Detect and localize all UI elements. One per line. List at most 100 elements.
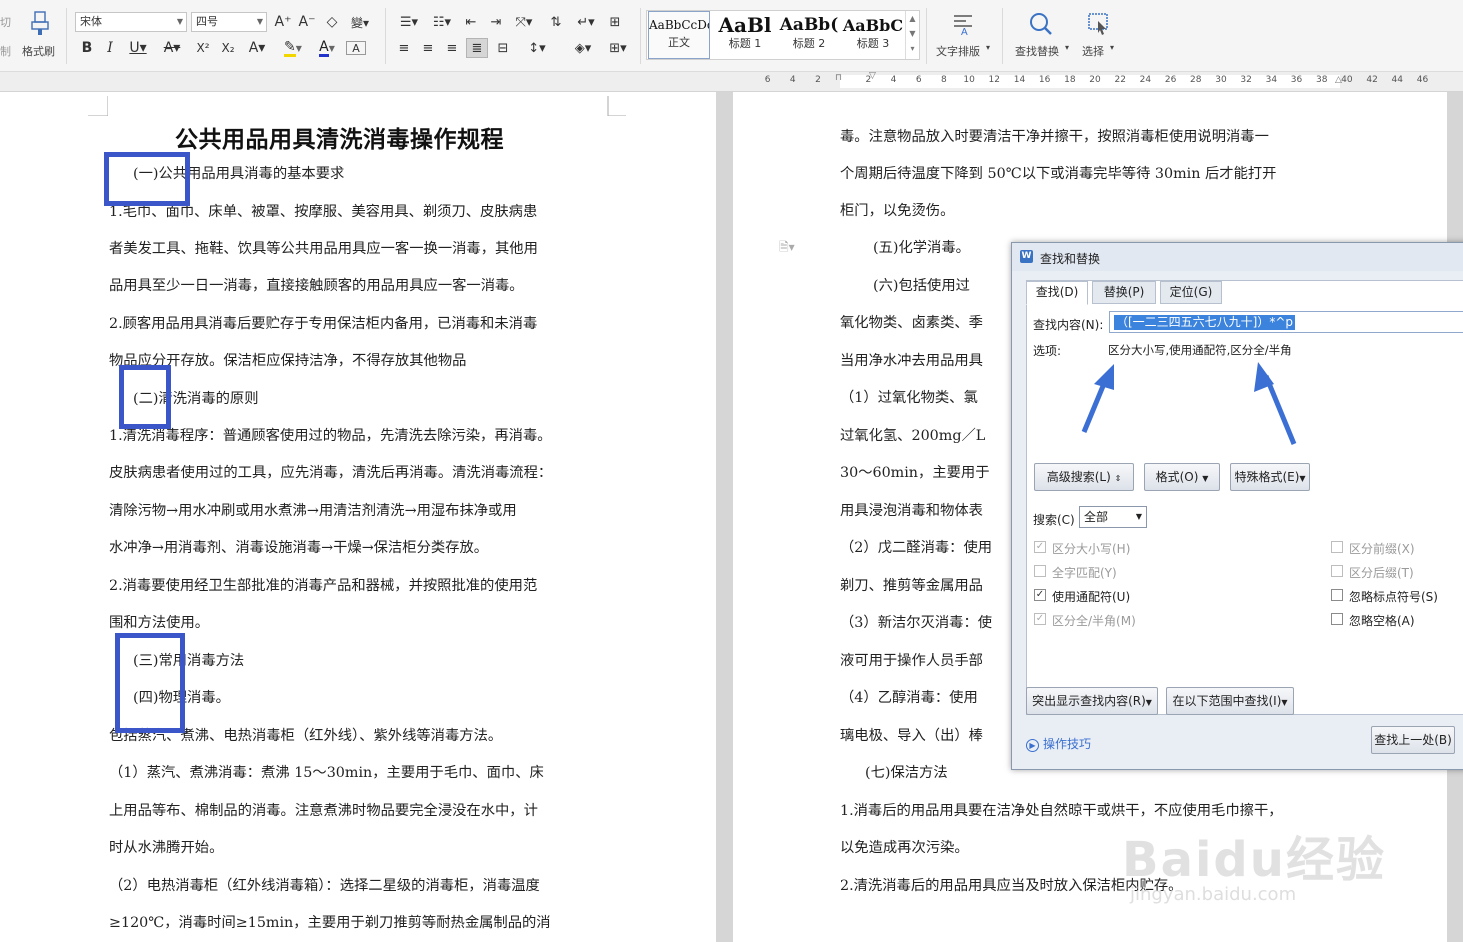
highlight-button[interactable]: ✎ ▼ bbox=[278, 38, 308, 58]
option-checkbox[interactable] bbox=[1331, 565, 1343, 577]
text-effect-button[interactable]: A▾ bbox=[243, 38, 271, 58]
tab-replace[interactable]: 替换(P) bbox=[1092, 281, 1156, 304]
find-what-input[interactable]: （[一二三四五六七八九十]）*^p bbox=[1109, 311, 1463, 333]
align-center-button[interactable]: ≡ bbox=[418, 38, 438, 58]
format-label: 格式(O) bbox=[1155, 470, 1199, 484]
document-line: 时从水沸腾开始。 bbox=[109, 840, 224, 856]
distribute-button[interactable]: ⊟ bbox=[493, 38, 513, 58]
annotation-box bbox=[115, 633, 185, 733]
ruler-tick-label: 30 bbox=[1215, 75, 1227, 85]
show-marks-button[interactable]: ↵▾ bbox=[572, 12, 600, 32]
find-previous-button[interactable]: 查找上一处(B) bbox=[1371, 726, 1455, 754]
ruler-tick-label: 6 bbox=[915, 75, 922, 85]
document-line: 1.清洗消毒程序：普通顾客使用过的物品，先清洗去除污染，再消毒。 bbox=[109, 428, 552, 444]
style-heading-1[interactable]: AaBl 标题 1 bbox=[713, 11, 777, 59]
option-checkbox[interactable]: ✓ bbox=[1034, 589, 1046, 601]
option-checkbox[interactable] bbox=[1331, 541, 1343, 553]
option-checkbox-label: 区分大小写(H) bbox=[1052, 542, 1131, 556]
tab-find[interactable]: 查找(D) bbox=[1026, 281, 1088, 305]
document-line: 当用净水冲去用品用具 bbox=[840, 353, 983, 369]
format-painter-button[interactable]: 格式刷 bbox=[20, 8, 62, 60]
superscript-button[interactable]: X² bbox=[193, 38, 213, 58]
shrink-font-icon: A⁻ bbox=[298, 14, 316, 30]
ruler-tick-label: 10 bbox=[963, 75, 975, 85]
border-icon: ⊞▾ bbox=[609, 40, 627, 56]
styles-scroll[interactable]: ▲ ▼ ▾ bbox=[905, 11, 919, 59]
first-line-indent-icon[interactable]: ▽ bbox=[869, 71, 876, 81]
style-normal[interactable]: AaBbCcDd 正文 bbox=[648, 11, 710, 59]
text-layout-button[interactable]: A 文字排版 ▾ bbox=[932, 8, 994, 62]
special-format-button[interactable]: 特殊格式(E)▼ bbox=[1230, 463, 1310, 491]
magnifier-icon bbox=[1030, 13, 1052, 35]
option-checkbox[interactable] bbox=[1331, 589, 1343, 601]
option-checkbox[interactable]: ✓ bbox=[1034, 541, 1046, 553]
font-name-select[interactable]: 宋体 ▼ bbox=[75, 12, 187, 32]
chinese-layout-button[interactable]: ⤧▾ bbox=[510, 12, 538, 32]
increase-indent-button[interactable]: ⇥ bbox=[486, 12, 506, 32]
tab-goto[interactable]: 定位(G) bbox=[1160, 281, 1222, 304]
format-button[interactable]: 格式(O) ▼ bbox=[1144, 463, 1220, 491]
advanced-search-button[interactable]: 高级搜索(L) ⇕ bbox=[1034, 463, 1134, 491]
borders-button[interactable]: ⊞▾ bbox=[603, 38, 633, 58]
sort-button[interactable]: ⇅ bbox=[545, 12, 567, 32]
font-size-select[interactable]: 四号 ▼ bbox=[191, 12, 267, 32]
shrink-font-button[interactable]: A⁻ bbox=[297, 12, 317, 32]
document-line: 2.消毒要使用经卫生部批准的消毒产品和器械，并按照批准的使用范 bbox=[109, 578, 538, 594]
font-color-button[interactable]: A ▼ bbox=[312, 38, 342, 58]
document-page-left[interactable]: 公共用品用具清洗消毒操作规程 (一)公共用品用具消毒的基本要求 1.毛巾、面巾、床… bbox=[0, 92, 716, 942]
right-indent-icon[interactable]: △ bbox=[1335, 75, 1342, 85]
find-replace-button[interactable]: 查找替换 ▾ bbox=[1010, 8, 1072, 62]
document-line: 者美发工具、拖鞋、饮具等公共用品用具应一客一换一消毒，其他用 bbox=[109, 241, 538, 257]
ruler-tick-label: 14 bbox=[1013, 75, 1026, 85]
cut-button[interactable]: 切 bbox=[0, 14, 11, 30]
clear-format-button[interactable]: ◇ bbox=[322, 12, 342, 32]
find-in-label: 在以下范围中查找(I) bbox=[1172, 694, 1282, 708]
document-line: 液可用于操作人员手部 bbox=[840, 653, 983, 669]
subscript-button[interactable]: X₂ bbox=[218, 38, 238, 58]
document-line: （3）新洁尔灭消毒：使 bbox=[840, 615, 993, 631]
style-name: 正文 bbox=[668, 36, 690, 49]
style-heading-2[interactable]: AaBb( 标题 2 bbox=[777, 11, 841, 59]
select-label: 选择 bbox=[1082, 45, 1104, 58]
align-right-icon: ≡ bbox=[446, 40, 458, 56]
strikethrough-button[interactable]: A▾ bbox=[158, 38, 186, 58]
special-format-label: 特殊格式(E) bbox=[1234, 470, 1300, 484]
tips-link[interactable]: ▶ 操作技巧 bbox=[1026, 735, 1091, 752]
numbered-list-button[interactable]: ☷▾ bbox=[427, 12, 457, 32]
bold-button[interactable]: B bbox=[77, 38, 97, 58]
select-cursor-icon bbox=[1088, 13, 1108, 35]
horizontal-ruler[interactable]: 6 4 2 2 4 6 8 10 12 14 16 18 20 22 24 26 28 30 32 34 36 38 40 4… bbox=[0, 71, 1463, 92]
char-border-button[interactable]: A bbox=[346, 41, 366, 55]
document-line: 柜门，以免烫伤。 bbox=[840, 203, 955, 219]
wps-logo-icon: W bbox=[1020, 250, 1033, 263]
phonetic-button[interactable]: 變▾ bbox=[346, 12, 374, 32]
italic-button[interactable]: I bbox=[100, 38, 120, 58]
align-left-button[interactable]: ≡ bbox=[394, 38, 414, 58]
option-checkbox[interactable] bbox=[1331, 613, 1343, 625]
chevron-down-icon: ▼ bbox=[328, 43, 335, 53]
indent-marker-icon[interactable]: ⊓ bbox=[835, 73, 842, 83]
paragraph-handle-icon[interactable]: 🗎▾ bbox=[779, 238, 795, 259]
decrease-indent-button[interactable]: ⇤ bbox=[461, 12, 481, 32]
search-scope-select[interactable]: 全部 ▼ bbox=[1079, 506, 1147, 528]
table-border-button[interactable]: ⊞ bbox=[605, 12, 625, 32]
find-in-button[interactable]: 在以下范围中查找(I)▼ bbox=[1166, 687, 1294, 715]
grow-font-button[interactable]: A⁺ bbox=[273, 12, 293, 32]
numbered-list-icon: ☷▾ bbox=[432, 14, 452, 30]
line-spacing-button[interactable]: ↕▾ bbox=[522, 38, 552, 58]
option-checkbox[interactable] bbox=[1034, 565, 1046, 577]
dialog-titlebar[interactable]: W 查找和替换 bbox=[1012, 243, 1463, 271]
document-line: 1.消毒后的用品用具要在洁净处自然晾干或烘干，不应使用毛巾擦干， bbox=[840, 803, 1283, 819]
divider bbox=[640, 8, 641, 64]
copy-button[interactable]: 制 bbox=[0, 43, 11, 59]
highlight-results-button[interactable]: 突出显示查找内容(R)▼ bbox=[1026, 687, 1158, 715]
option-checkbox[interactable]: ✓ bbox=[1034, 613, 1046, 625]
align-right-button[interactable]: ≡ bbox=[442, 38, 462, 58]
underline-button[interactable]: U▾ bbox=[124, 38, 152, 58]
bullet-list-button[interactable]: ☰▾ bbox=[394, 12, 424, 32]
select-button[interactable]: 选择 ▾ bbox=[1078, 8, 1120, 62]
options-value: 区分大小写,使用通配符,区分全/半角 bbox=[1108, 343, 1292, 357]
justify-button[interactable]: ≣ bbox=[466, 38, 488, 58]
shading-button[interactable]: ◈▾ bbox=[568, 38, 598, 58]
style-heading-3[interactable]: AaBbC 标题 3 bbox=[841, 11, 905, 59]
